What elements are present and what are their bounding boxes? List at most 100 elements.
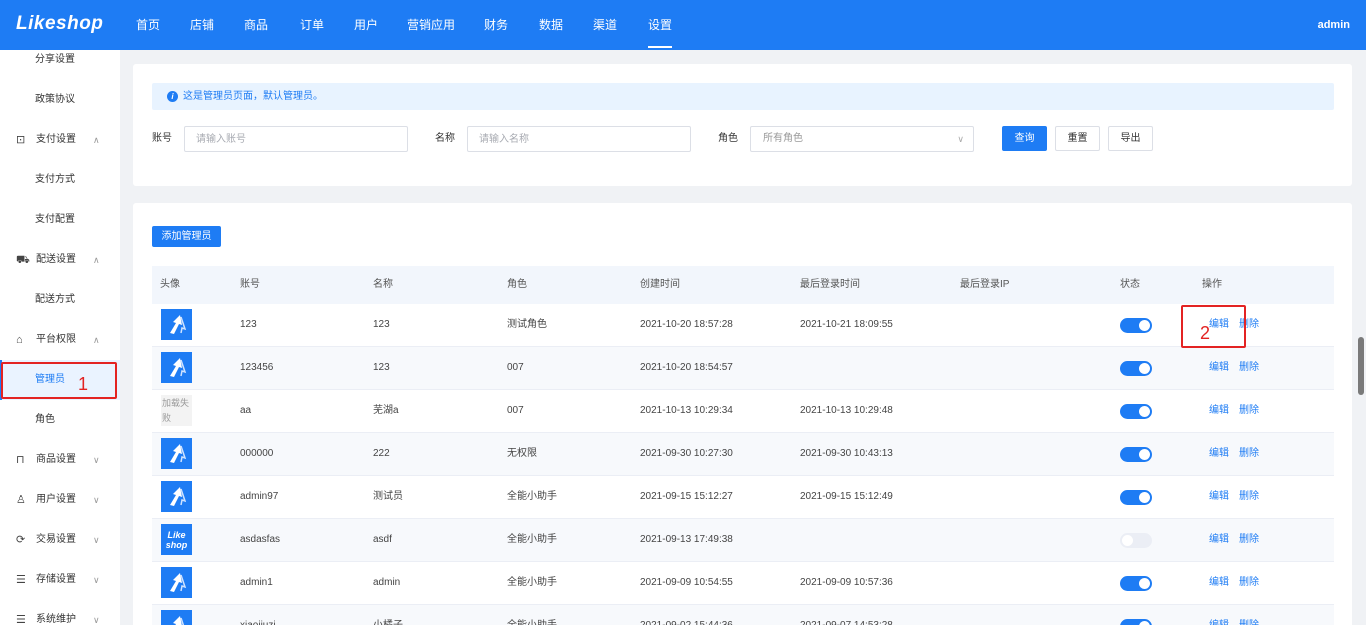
cell-account: admin1	[240, 577, 273, 588]
avatar	[161, 567, 192, 598]
role-select[interactable]: 所有角色 ∨	[750, 126, 974, 152]
sidebar-item-7[interactable]: ⌂ 平台权限 ∧	[0, 320, 120, 360]
nav-item-5[interactable]: 营销应用	[407, 0, 455, 50]
edit-link[interactable]: 编辑	[1209, 519, 1229, 561]
status-toggle[interactable]	[1120, 447, 1152, 462]
cell-created: 2021-10-20 18:57:28	[640, 319, 733, 330]
status-toggle[interactable]	[1120, 490, 1152, 505]
sidebar-item-label: 交易设置	[36, 534, 76, 545]
cell-account: xiaojiuzi	[240, 605, 276, 625]
edit-link[interactable]: 编辑	[1209, 605, 1229, 625]
delete-link[interactable]: 删除	[1239, 347, 1259, 389]
delete-link[interactable]: 删除	[1239, 433, 1259, 475]
sidebar-item-1[interactable]: 政策协议	[0, 80, 120, 120]
account-input[interactable]	[184, 126, 408, 152]
chevron-down-icon: ∨	[93, 575, 100, 585]
toggle-knob	[1139, 621, 1150, 625]
delete-link[interactable]: 删除	[1239, 562, 1259, 604]
annotation-number-2: 2	[1200, 323, 1211, 343]
cell-created: 2021-09-30 10:27:30	[640, 448, 733, 459]
user-menu[interactable]: admin	[1318, 0, 1350, 50]
delete-link[interactable]: 删除	[1239, 519, 1259, 561]
name-input[interactable]	[467, 126, 691, 152]
nav-item-2[interactable]: 商品	[244, 0, 268, 50]
sidebar-item-label: 支付方式	[35, 174, 75, 185]
nav-item-3[interactable]: 订单	[300, 0, 324, 50]
cell-created: 2021-09-09 10:54:55	[640, 577, 733, 588]
delete-link[interactable]: 删除	[1239, 605, 1259, 625]
sidebar-item-label: 支付设置	[36, 134, 76, 145]
avatar: Like shop	[161, 524, 192, 555]
cell-name: 测试员	[373, 491, 403, 502]
edit-link[interactable]: 编辑	[1209, 347, 1229, 389]
sidebar-item-14[interactable]: ☰ 系统维护 ∨	[0, 600, 120, 625]
nav-item-8[interactable]: 渠道	[593, 0, 617, 50]
nav-item-6[interactable]: 财务	[484, 0, 508, 50]
cell-role: 全能小助手	[507, 605, 557, 625]
table-row: 123456 123 007 2021-10-20 18:54:57 编辑 删除	[152, 347, 1334, 390]
sidebar-item-9[interactable]: 角色	[0, 400, 120, 440]
sidebar-item-5[interactable]: ⛟ 配送设置 ∧	[0, 240, 120, 280]
status-toggle[interactable]	[1120, 619, 1152, 625]
info-notice: i 这是管理员页面，默认管理员。	[152, 83, 1334, 110]
menu-group-icon: ☰	[16, 614, 26, 625]
chevron-down-icon: ∨	[93, 495, 100, 505]
table-row: xiaojiuzi 小橘子 全能小助手 2021-09-02 15:44:36 2021…	[152, 605, 1334, 625]
table-row: 123 123 测试角色 2021-10-20 18:57:28 2021-10-21 …	[152, 304, 1334, 347]
delete-link[interactable]: 删除	[1239, 476, 1259, 518]
column-header: 头像	[160, 279, 180, 290]
edit-link[interactable]: 编辑	[1209, 390, 1229, 432]
sidebar-item-4[interactable]: 支付配置	[0, 200, 120, 240]
table-row: 加载失败 aa 芜湖a 007 2021-10-13 10:29:34 2021-10-1…	[152, 390, 1334, 433]
chevron-down-icon: ∨	[93, 615, 100, 625]
cell-role: 全能小助手	[507, 577, 557, 588]
delete-link[interactable]: 删除	[1239, 390, 1259, 432]
avatar	[161, 481, 192, 512]
annotation-box-2	[1181, 305, 1246, 348]
status-toggle[interactable]	[1120, 533, 1152, 548]
nav-item-0[interactable]: 首页	[136, 0, 160, 50]
table-row: 000000 222 无权限 2021-09-30 10:27:30 2021-09-3…	[152, 433, 1334, 476]
app-logo[interactable]: Likeshop	[16, 13, 103, 35]
toggle-knob	[1139, 363, 1150, 374]
chevron-up-icon: ∧	[93, 255, 100, 265]
sidebar-item-label: 系统维护	[36, 614, 76, 625]
sidebar-item-13[interactable]: ☰ 存储设置 ∨	[0, 560, 120, 600]
nav-item-1[interactable]: 店铺	[190, 0, 214, 50]
cell-role: 无权限	[507, 448, 537, 459]
query-button[interactable]: 查询	[1002, 126, 1047, 151]
status-toggle[interactable]	[1120, 318, 1152, 333]
name-label: 名称	[435, 133, 455, 144]
edit-link[interactable]: 编辑	[1209, 476, 1229, 518]
status-toggle[interactable]	[1120, 576, 1152, 591]
export-button[interactable]: 导出	[1108, 126, 1153, 151]
role-select-value: 所有角色	[763, 133, 803, 144]
status-toggle[interactable]	[1120, 361, 1152, 376]
reset-button[interactable]: 重置	[1055, 126, 1100, 151]
sidebar-item-6[interactable]: 配送方式	[0, 280, 120, 320]
edit-link[interactable]: 编辑	[1209, 433, 1229, 475]
nav-item-9[interactable]: 设置	[648, 0, 673, 50]
chevron-down-icon: ∨	[93, 455, 100, 465]
cell-name: 123	[373, 362, 390, 373]
sidebar-item-label: 角色	[35, 414, 55, 425]
table-header: 头像 账号 名称 角色 创建时间 最后登录时间 最后登录IP 状态 操作	[152, 266, 1334, 304]
cell-last-login: 2021-09-15 15:12:49	[800, 491, 893, 502]
sidebar-item-10[interactable]: ⊓ 商品设置 ∨	[0, 440, 120, 480]
cell-name: 小橘子	[373, 605, 403, 625]
sidebar-item-12[interactable]: ⟳ 交易设置 ∨	[0, 520, 120, 560]
table-row: admin1 admin 全能小助手 2021-09-09 10:54:55 2021-…	[152, 562, 1334, 605]
status-toggle[interactable]	[1120, 404, 1152, 419]
column-header: 名称	[373, 279, 393, 290]
sidebar: 分享设置 政策协议 ⊡ 支付设置 ∧ 支付方式 支付配置 ⛟ 配送设置 ∧ 配送方式 ⌂ 平台权限 ∧ 管理…	[0, 50, 120, 625]
sidebar-item-0[interactable]: 分享设置	[0, 50, 120, 80]
nav-item-4[interactable]: 用户	[354, 0, 378, 50]
edit-link[interactable]: 编辑	[1209, 562, 1229, 604]
add-admin-button[interactable]: 添加管理员	[152, 226, 221, 247]
sidebar-item-2[interactable]: ⊡ 支付设置 ∧	[0, 120, 120, 160]
page-scrollbar[interactable]	[1358, 337, 1364, 395]
sidebar-item-11[interactable]: ♙ 用户设置 ∨	[0, 480, 120, 520]
cell-created: 2021-09-13 17:49:38	[640, 534, 733, 545]
sidebar-item-3[interactable]: 支付方式	[0, 160, 120, 200]
nav-item-7[interactable]: 数据	[539, 0, 563, 50]
